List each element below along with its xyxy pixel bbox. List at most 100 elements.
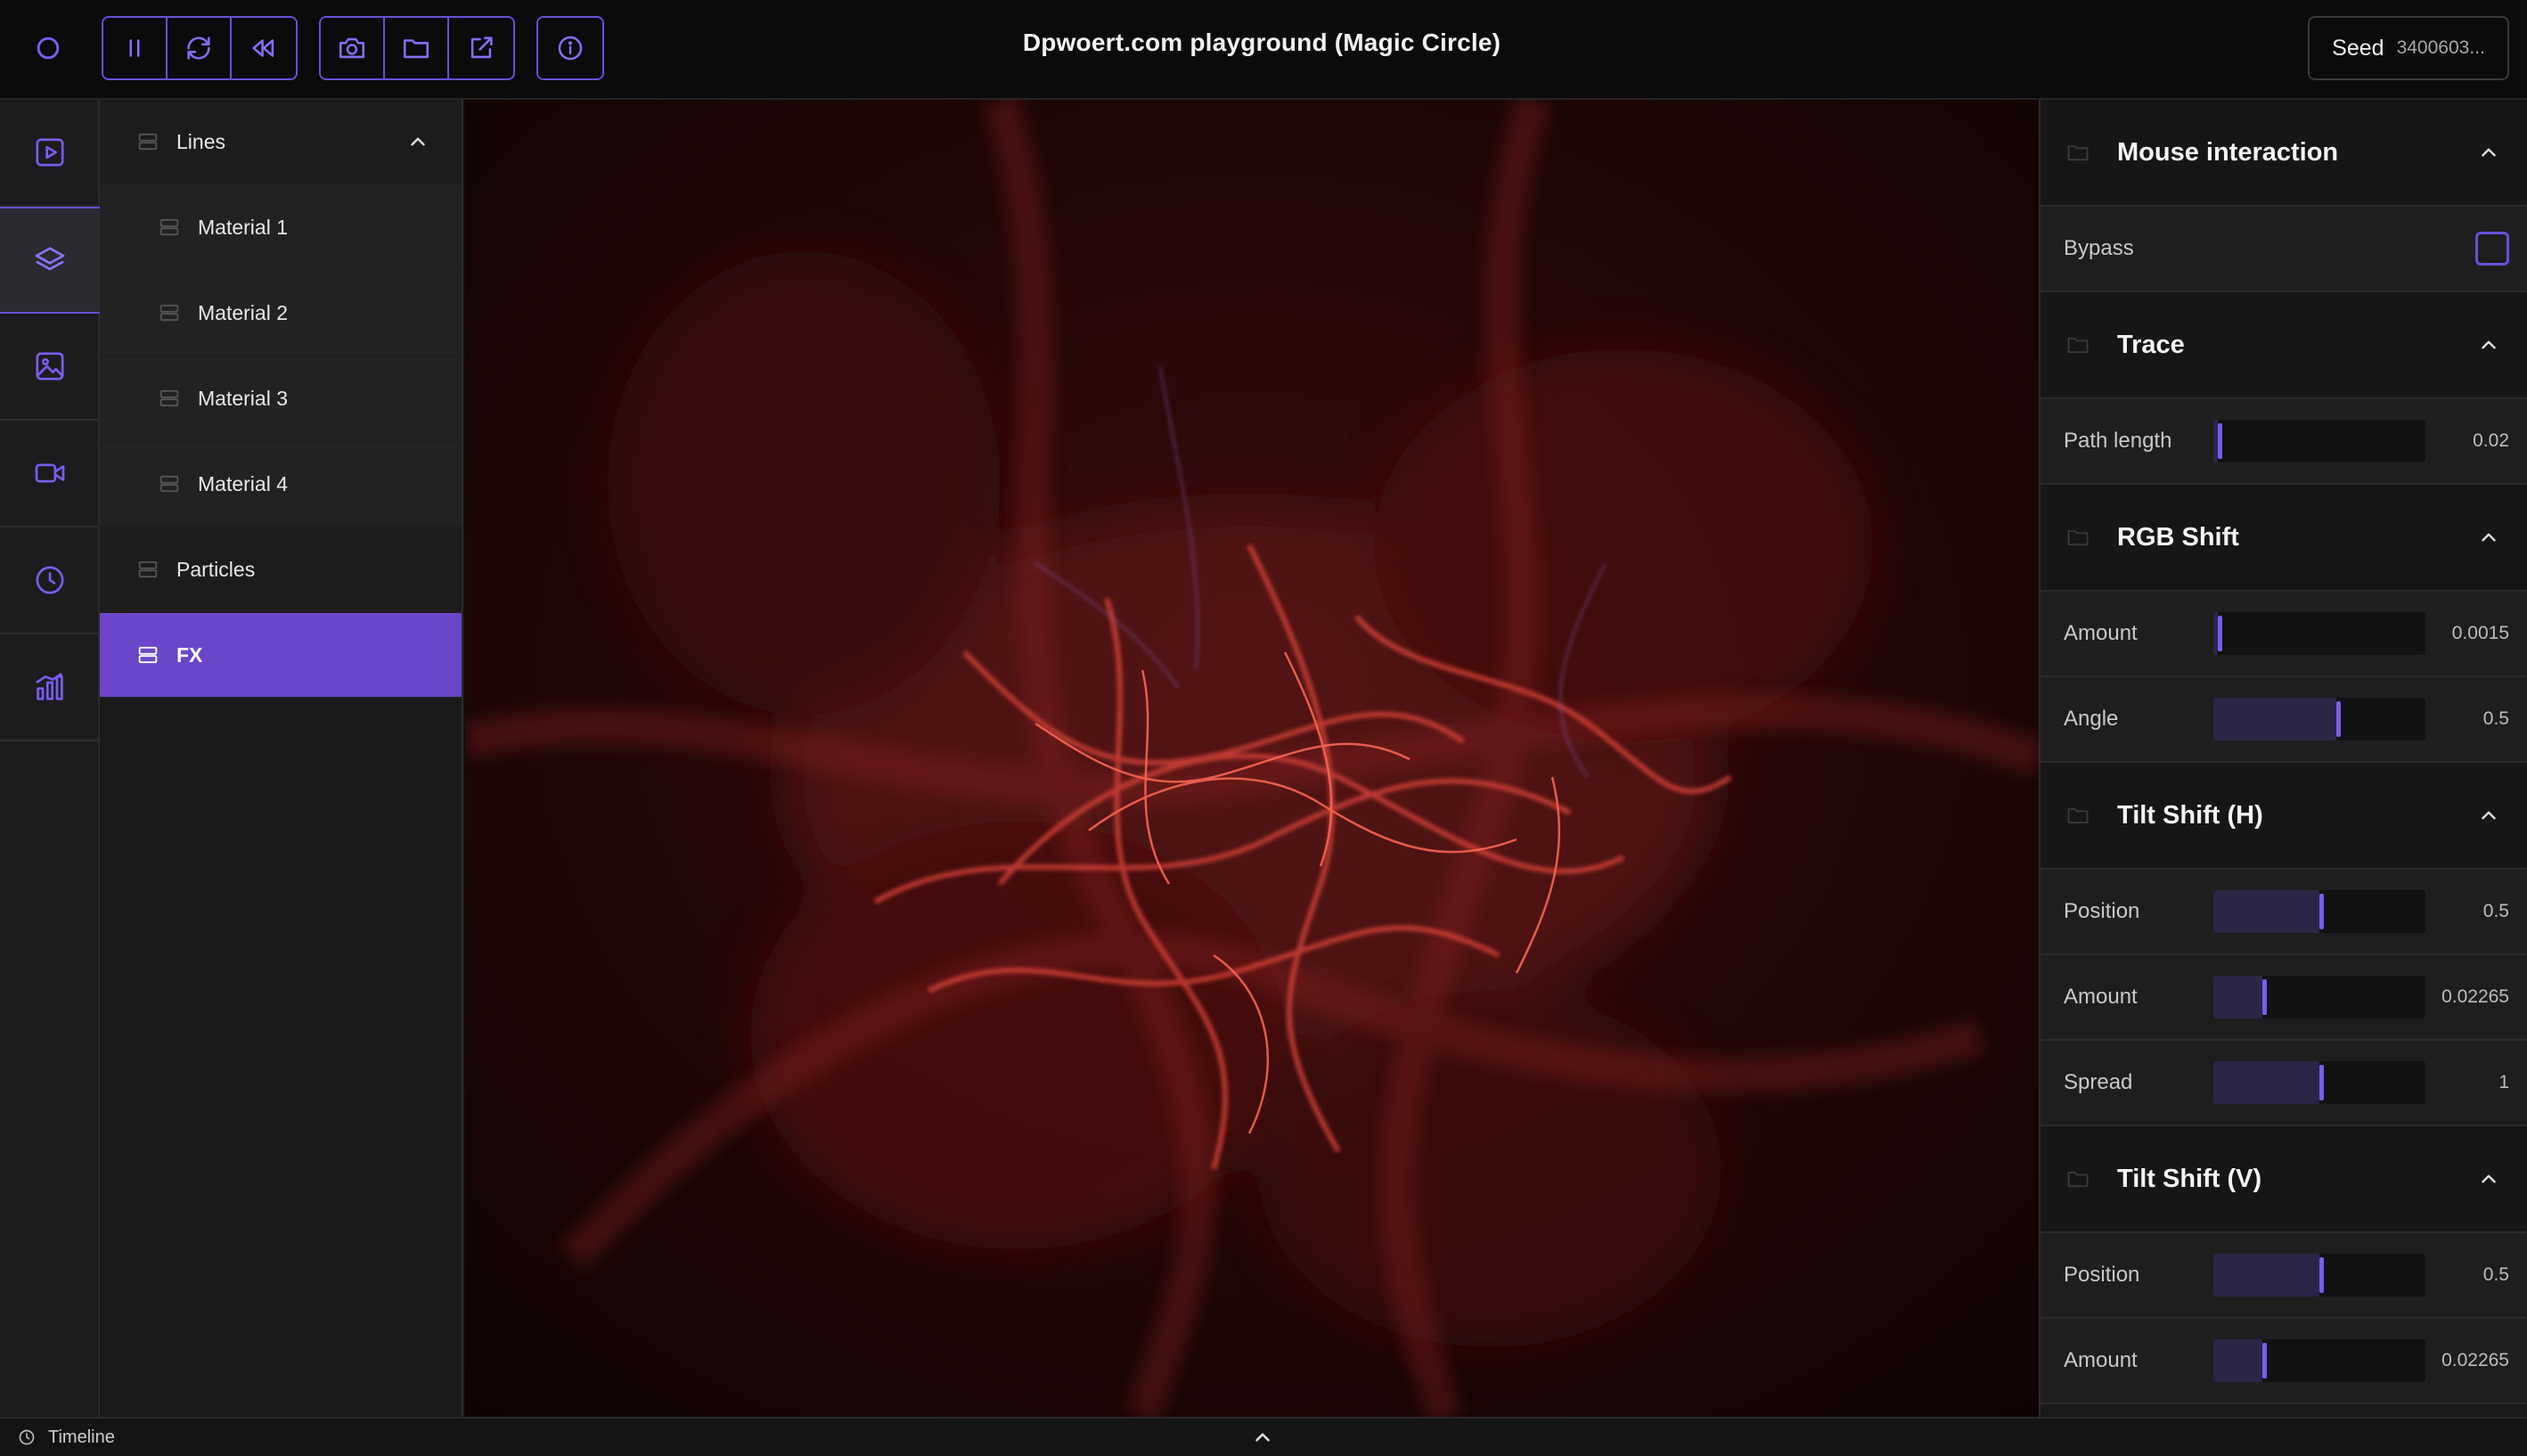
file-controls xyxy=(319,16,515,80)
layer-item-material-3[interactable]: Material 3 xyxy=(100,356,462,442)
screenshot-button[interactable] xyxy=(321,18,385,78)
chevron-up-icon xyxy=(2482,533,2496,542)
control-value: 0.0015 xyxy=(2451,623,2509,643)
rewind-button[interactable] xyxy=(232,18,296,78)
seed-label: Seed xyxy=(2332,35,2384,61)
timeline-bar[interactable]: Timeline xyxy=(0,1417,2527,1456)
rail-item-history[interactable] xyxy=(0,528,100,634)
layer-label: Material 1 xyxy=(198,215,288,239)
open-folder-button[interactable] xyxy=(385,18,449,78)
playback-controls xyxy=(102,16,298,80)
tilt-h-spread-slider[interactable] xyxy=(2213,1061,2425,1104)
bar-chart-icon xyxy=(36,672,63,700)
layer-icon xyxy=(159,475,179,493)
export-icon xyxy=(470,37,493,59)
seed-button[interactable]: Seed 3400603... xyxy=(2308,16,2509,80)
section-title: Trace xyxy=(2117,330,2185,359)
control-value: 0.5 xyxy=(2482,1264,2509,1285)
control-value: 1 xyxy=(2498,1072,2509,1092)
info-controls xyxy=(536,16,604,80)
rgb-angle-slider[interactable] xyxy=(2213,698,2425,740)
tilt-h-position-slider[interactable] xyxy=(2213,890,2425,933)
clock-icon xyxy=(36,566,64,594)
tilt-v-amount-slider[interactable] xyxy=(2213,1339,2425,1382)
control-label: Angle xyxy=(2064,707,2119,731)
section-tilt-shift-v-header[interactable]: Tilt Shift (V) xyxy=(2040,1126,2527,1233)
slider-handle[interactable] xyxy=(2217,616,2222,651)
layer-item-material-4[interactable]: Material 4 xyxy=(100,442,462,528)
play-square-icon xyxy=(36,138,64,167)
section-trace-header[interactable]: Trace xyxy=(2040,292,2527,399)
layer-item-fx[interactable]: FX xyxy=(100,613,462,699)
slider-handle[interactable] xyxy=(2319,894,2324,929)
tilt-v-position-slider[interactable] xyxy=(2213,1254,2425,1296)
circle-logo-icon[interactable] xyxy=(32,32,64,64)
chevron-up-icon[interactable] xyxy=(406,130,429,153)
slider-handle[interactable] xyxy=(2217,423,2222,459)
bypass-checkbox[interactable] xyxy=(2475,232,2509,266)
control-value: 0.5 xyxy=(2482,901,2509,921)
info-button[interactable] xyxy=(538,18,602,78)
control-label: Amount xyxy=(2064,1348,2138,1372)
render-canvas[interactable] xyxy=(465,100,2039,1417)
rail-item-video[interactable] xyxy=(0,421,100,528)
rail-item-images[interactable] xyxy=(0,314,100,421)
control-value: 0.02 xyxy=(2473,430,2509,451)
slider-fill xyxy=(2213,1254,2319,1296)
layer-label: Lines xyxy=(176,129,225,153)
tilt-v-position-row: Position 0.5 xyxy=(2040,1233,2527,1319)
section-title: Tilt Shift (V) xyxy=(2117,1164,2262,1193)
slider-fill xyxy=(2213,1339,2262,1382)
section-mouse-interaction-header[interactable]: Mouse interaction xyxy=(2040,100,2527,207)
camera-icon xyxy=(339,37,365,59)
render-output xyxy=(465,100,2039,1417)
control-label: Path length xyxy=(2064,429,2172,453)
layer-item-particles[interactable]: Particles xyxy=(100,528,462,613)
image-icon xyxy=(36,352,64,380)
layers-panel: Lines Material 1 Material 2 Material 3 M… xyxy=(100,100,463,1417)
chevron-up-icon[interactable] xyxy=(1251,1426,1274,1449)
layer-item-material-1[interactable]: Material 1 xyxy=(100,185,462,271)
slider-handle[interactable] xyxy=(2319,1065,2324,1100)
pause-button[interactable] xyxy=(103,18,168,78)
slider-fill xyxy=(2213,1061,2319,1104)
control-value: 0.5 xyxy=(2482,708,2509,729)
folder-icon xyxy=(2067,530,2089,546)
refresh-button[interactable] xyxy=(168,18,232,78)
rail-item-layers[interactable] xyxy=(0,207,100,314)
rgb-amount-slider[interactable] xyxy=(2213,612,2425,655)
layer-item-lines[interactable]: Lines xyxy=(100,100,462,185)
folder-icon xyxy=(2067,145,2089,161)
slider-handle[interactable] xyxy=(2261,1343,2267,1378)
tilt-h-amount-slider[interactable] xyxy=(2213,976,2425,1018)
layer-icon xyxy=(159,304,179,322)
slider-fill xyxy=(2213,890,2319,933)
rail-item-performance[interactable] xyxy=(0,634,100,741)
rail-item-playground[interactable] xyxy=(0,100,100,207)
layer-label: Material 2 xyxy=(198,300,288,324)
layer-icon xyxy=(159,389,179,407)
control-label: Bypass xyxy=(2064,236,2134,260)
side-rail xyxy=(0,100,100,1417)
export-button[interactable] xyxy=(449,18,513,78)
control-label: Position xyxy=(2064,899,2140,923)
slider-fill xyxy=(2213,698,2337,740)
refresh-icon xyxy=(187,37,210,60)
chevron-up-icon xyxy=(2482,340,2496,349)
control-label: Spread xyxy=(2064,1070,2133,1094)
section-rgb-shift-header[interactable]: RGB Shift xyxy=(2040,485,2527,592)
chevron-up-icon xyxy=(2482,811,2496,820)
slider-handle[interactable] xyxy=(2336,701,2342,737)
path-length-slider[interactable] xyxy=(2213,420,2425,462)
layer-item-material-2[interactable]: Material 2 xyxy=(100,271,462,356)
pause-icon xyxy=(129,39,140,57)
path-length-row: Path length 0.02 xyxy=(2040,399,2527,485)
section-tilt-shift-h-header[interactable]: Tilt Shift (H) xyxy=(2040,763,2527,870)
app-window: Dpwoert.com playground (Magic Circle) Se… xyxy=(0,0,2527,1456)
slider-handle[interactable] xyxy=(2261,979,2267,1015)
folder-icon xyxy=(403,39,429,59)
control-value: 0.02265 xyxy=(2441,1350,2509,1370)
slider-handle[interactable] xyxy=(2319,1257,2324,1293)
seed-value: 3400603... xyxy=(2396,37,2485,58)
control-label: Amount xyxy=(2064,985,2138,1009)
